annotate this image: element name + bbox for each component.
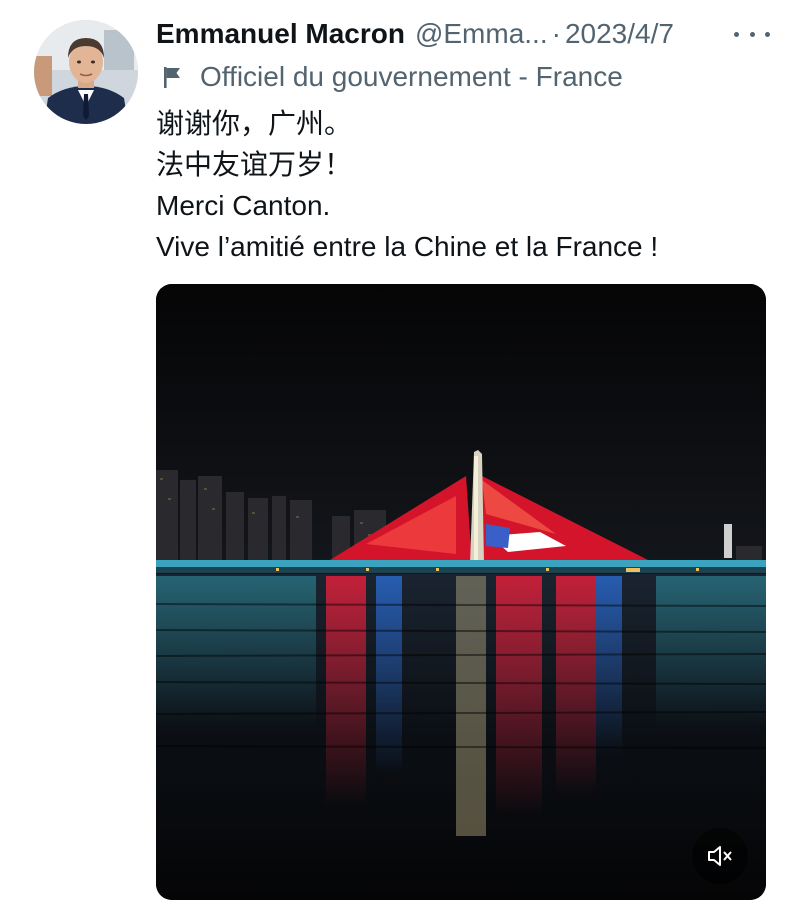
flag-icon — [164, 67, 180, 88]
tweet-date[interactable]: 2023/4/7 — [565, 18, 674, 50]
tweet-header: Emmanuel Macron @Emma... · 2023/4/7 — [156, 14, 776, 54]
government-label-text: Officiel du gouvernement - France — [200, 61, 623, 92]
author-name[interactable]: Emmanuel Macron — [156, 18, 405, 50]
avatar-photo — [34, 20, 138, 124]
tweet-text-line: Vive l’amitié entre la Chine et la Franc… — [156, 231, 659, 262]
mute-toggle-button[interactable] — [692, 828, 748, 884]
tweet-text-line: 谢谢你，广州。 — [156, 108, 353, 139]
tweet-text: 谢谢你，广州。 法中友谊万岁！ Merci Canton. Vive l’ami… — [156, 103, 766, 267]
speaker-muted-icon — [708, 846, 732, 866]
tweet-media-video[interactable] — [156, 284, 766, 900]
avatar[interactable] — [34, 20, 138, 124]
bridge-night-photo — [156, 284, 766, 900]
author-handle[interactable]: @Emma... — [415, 18, 548, 50]
separator-dot: · — [551, 18, 561, 49]
tweet-text-line: Merci Canton. — [156, 190, 331, 221]
more-options-icon[interactable] — [734, 22, 770, 46]
tweet-text-line: 法中友谊万岁！ — [156, 149, 353, 180]
government-label[interactable]: Officiel du gouvernement - France — [156, 57, 623, 97]
